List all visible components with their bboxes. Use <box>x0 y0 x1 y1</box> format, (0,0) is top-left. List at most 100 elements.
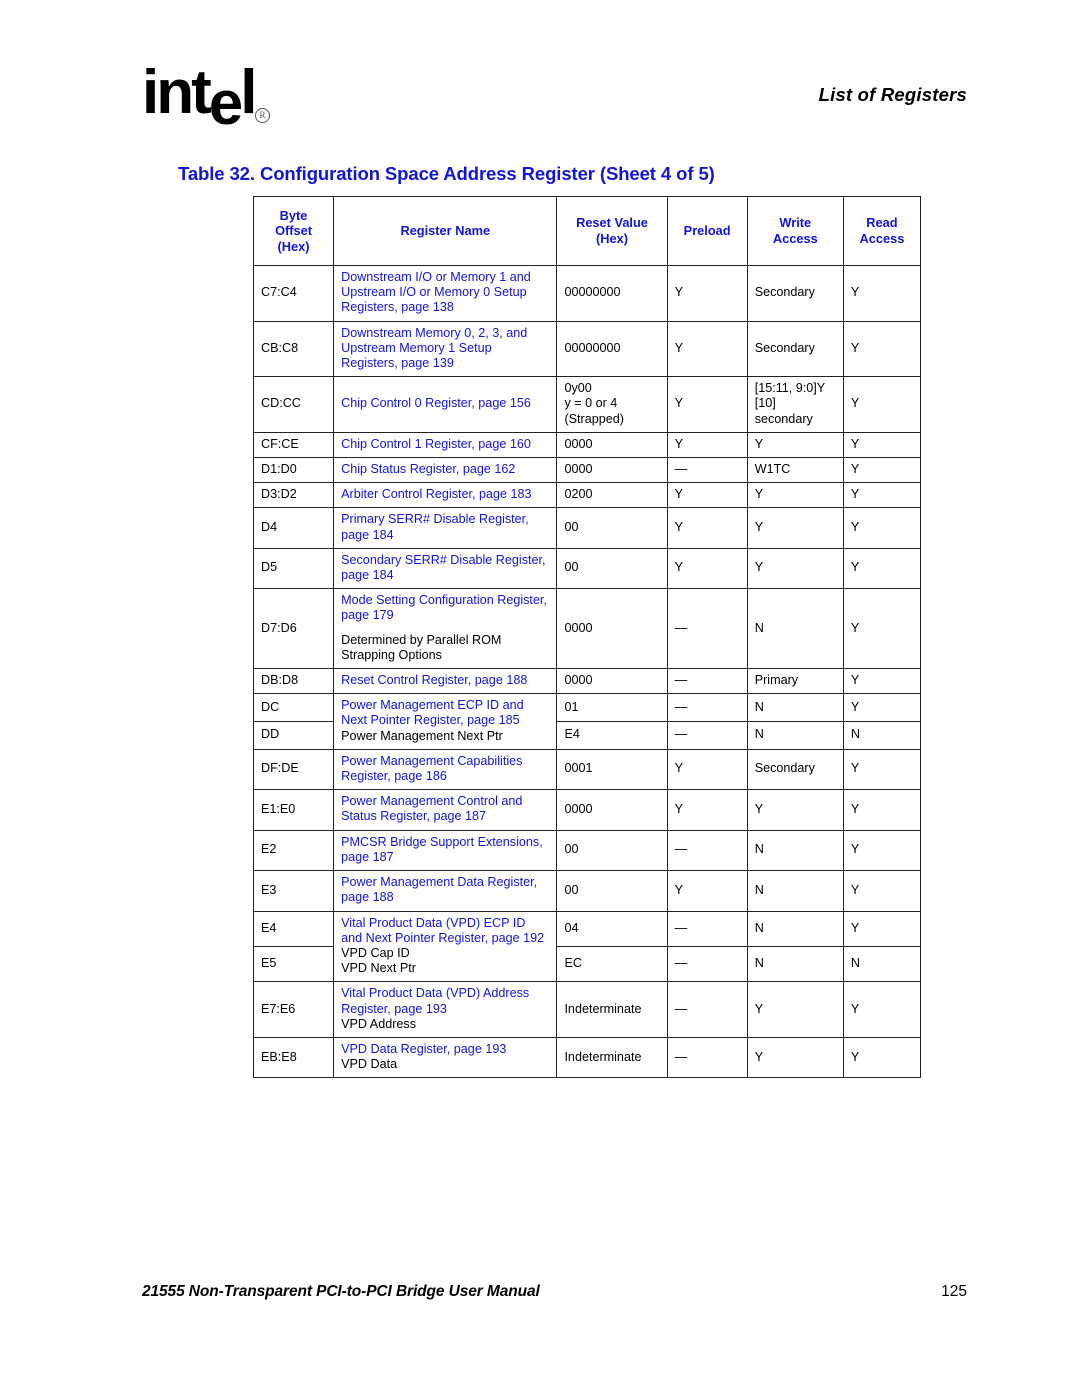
register-name-link[interactable]: Chip Control 1 Register, page 160 <box>341 437 549 452</box>
register-name-link[interactable]: Mode Setting Configuration Register, pag… <box>341 593 549 623</box>
column-header-line: Offset <box>275 223 313 239</box>
cell-byte-offset: CB:C8 <box>252 320 335 378</box>
cell-byte-offset: E1:E0 <box>252 789 335 831</box>
reset-value-line: 0000 <box>564 801 593 816</box>
intel-logo-e: e <box>208 69 244 138</box>
cell-reset-value: EC <box>556 945 668 983</box>
table-row: D7:D6 Mode Setting Configuration Register… <box>252 588 922 670</box>
cell-reset-value: 00 <box>556 547 668 590</box>
register-name-link[interactable]: Primary SERR# Disable Register, page 184 <box>341 512 549 542</box>
cell-write-access: Y <box>746 482 844 509</box>
cell-write-access: N <box>746 910 844 947</box>
register-name-note: VPD Next Ptr <box>341 961 416 976</box>
reset-value-line: Indeterminate <box>564 1049 642 1064</box>
intel-logo: intel R <box>142 62 272 136</box>
cell-register-name: Chip Control 1 Register, page 160 <box>333 431 558 459</box>
intel-logo-l: l <box>240 58 257 127</box>
cell-write-access: Y <box>746 789 844 831</box>
cell-write-access: W1TC <box>746 457 844 484</box>
cell-byte-offset: DC <box>252 693 335 723</box>
column-header-line: Register Name <box>400 223 491 239</box>
register-name-link[interactable]: Chip Control 0 Register, page 156 <box>341 396 549 411</box>
write-access-line: secondary <box>754 411 813 426</box>
table-row: E3 Power Management Data Register, page 1… <box>252 870 922 912</box>
table-row: E2 PMCSR Bridge Support Extensions, page … <box>252 829 922 872</box>
cell-write-access: N <box>746 693 844 723</box>
cell-preload: — <box>666 981 748 1038</box>
register-name-note: VPD Address <box>341 1016 417 1031</box>
register-name-link[interactable]: VPD Data Register, page 193 <box>341 1042 549 1057</box>
reset-value-line: 0000 <box>564 462 593 477</box>
cell-byte-offset: E4 <box>252 910 335 947</box>
cell-preload: — <box>666 910 748 947</box>
register-name-link[interactable]: Vital Product Data (VPD) ECP ID and Next… <box>341 916 549 946</box>
register-name-link[interactable]: Reset Control Register, page 188 <box>341 673 549 688</box>
register-name-link[interactable]: Power Management Control and Status Regi… <box>341 794 549 824</box>
table-row: E4 Vital Product Data (VPD) ECP ID and Ne… <box>252 910 922 983</box>
cell-read-access: Y <box>842 910 922 947</box>
cell-write-access: N <box>746 829 844 872</box>
intel-logo-int: int <box>142 58 212 127</box>
cell-register-name: Power Management Control and Status Regi… <box>333 789 558 831</box>
column-header-read-access: Read Access <box>842 196 922 266</box>
cell-byte-offset: D7:D6 <box>252 588 335 670</box>
cell-write-access: Y <box>746 507 844 549</box>
cell-preload: Y <box>666 870 748 912</box>
column-header-register-name: Register Name <box>333 196 558 266</box>
register-name-link[interactable]: Secondary SERR# Disable Register, page 1… <box>341 553 549 583</box>
cell-byte-offset: D3:D2 <box>252 482 335 509</box>
register-name-link[interactable]: Downstream I/O or Memory 1 and Upstream … <box>341 270 549 316</box>
reset-value-line: 0000 <box>564 436 593 451</box>
cell-reset-value: 04 <box>556 910 668 947</box>
column-header-line: Access <box>859 231 905 246</box>
cell-byte-offset: E7:E6 <box>252 981 335 1038</box>
reset-value-line: EC <box>564 956 582 970</box>
cell-reset-value: 01 <box>556 693 668 723</box>
register-name-link[interactable]: Power Management Capabilities Register, … <box>341 754 549 784</box>
reset-value-line: 04 <box>564 920 579 935</box>
column-header-line: Read <box>866 215 898 231</box>
cell-read-access: Y <box>842 870 922 912</box>
table-caption: Table 32. Configuration Space Address Re… <box>178 163 715 184</box>
cell-write-access: Secondary <box>746 748 844 791</box>
cell-read-access: N <box>842 721 922 750</box>
cell-byte-offset: D4 <box>252 507 335 549</box>
cell-read-access: Y <box>842 693 922 723</box>
cell-preload: — <box>666 721 748 750</box>
register-name-link[interactable]: Downstream Memory 0, 2, 3, and Upstream … <box>341 326 549 372</box>
register-name-link[interactable]: Power Management ECP ID and Next Pointer… <box>341 698 549 728</box>
register-name-link[interactable]: Power Management Data Register, page 188 <box>341 875 549 905</box>
cell-reset-value: 0001 <box>556 748 668 791</box>
cell-preload: Y <box>666 547 748 590</box>
cell-byte-offset: DF:DE <box>252 748 335 791</box>
register-name-link[interactable]: Chip Status Register, page 162 <box>341 462 549 477</box>
table-body: C7:C4 Downstream I/O or Memory 1 and Upst… <box>252 265 922 1079</box>
cell-reset-value: 00 <box>556 870 668 912</box>
table-row: E1:E0 Power Management Control and Status… <box>252 789 922 831</box>
register-name-link[interactable]: Arbiter Control Register, page 183 <box>341 487 549 502</box>
table-header: Byte Offset (Hex) Register Name Reset Value(… <box>252 196 922 266</box>
cell-register-name: Secondary SERR# Disable Register, page 1… <box>333 547 558 590</box>
column-header-line: Write <box>779 215 812 231</box>
reset-value-line: 0200 <box>564 487 593 502</box>
register-name-link[interactable]: PMCSR Bridge Support Extensions, page 18… <box>341 835 549 865</box>
reset-value-line: 00 <box>564 520 579 535</box>
cell-read-access: N <box>842 945 922 983</box>
cell-reset-value: Indeterminate <box>556 1036 668 1079</box>
cell-byte-offset: E3 <box>252 870 335 912</box>
cell-write-access: N <box>746 588 844 670</box>
reset-value-line: y = 0 or 4 <box>564 396 618 411</box>
table-row: CD:CC Chip Control 0 Register, page 156 0y… <box>252 376 922 433</box>
reset-value-line: 00 <box>564 842 579 857</box>
cell-byte-offset: DD <box>252 721 335 750</box>
cell-register-name: Reset Control Register, page 188 <box>333 668 558 695</box>
cell-read-access: Y <box>842 431 922 459</box>
column-header-line: Reset Value <box>576 215 648 231</box>
column-header-line: Preload <box>683 223 731 239</box>
cell-reset-value: 0y00 y = 0 or 4 (Strapped) <box>556 376 668 433</box>
cell-preload: — <box>666 945 748 983</box>
write-access-line: [10] <box>754 396 776 411</box>
cell-preload: — <box>666 693 748 723</box>
reset-value-line: Indeterminate <box>564 1001 642 1016</box>
register-name-link[interactable]: Vital Product Data (VPD) Address Registe… <box>341 986 549 1016</box>
